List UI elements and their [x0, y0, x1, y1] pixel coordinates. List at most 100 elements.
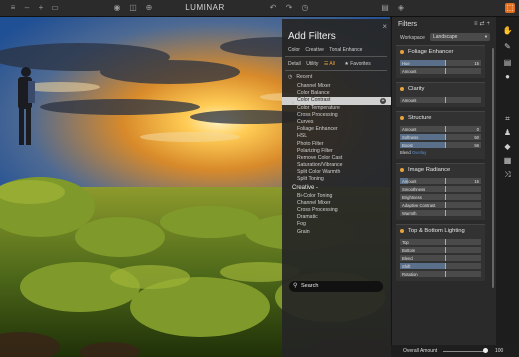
tab-all[interactable]: ☰ All — [324, 61, 339, 67]
filter-item[interactable]: Cross Processing — [282, 112, 391, 119]
filter-slider[interactable]: Rotation — [400, 271, 481, 277]
blend-mode[interactable]: Blend Overlay — [400, 150, 426, 155]
tab-creative[interactable]: Creative — [305, 47, 324, 53]
filters-scrollbar[interactable] — [492, 48, 494, 288]
filter-item[interactable]: HSL — [282, 133, 391, 140]
close-icon[interactable]: × — [382, 22, 387, 31]
filter-item[interactable]: Split Toning — [282, 176, 391, 183]
layers-icon[interactable]: ◈ — [396, 3, 406, 13]
radial-icon[interactable]: ● — [502, 71, 513, 82]
share-icon[interactable]: ▤ — [380, 3, 390, 13]
undo-icon[interactable]: ↶ — [268, 3, 278, 13]
filter-slider[interactable]: Brightness — [400, 194, 481, 200]
filter-item[interactable]: Color Temperature — [282, 105, 391, 112]
tab-detail[interactable]: Detail — [288, 61, 301, 67]
filter-slider[interactable]: Boost 56 — [400, 142, 481, 148]
add-icon[interactable]: + — [380, 97, 386, 104]
filters-tool-icon[interactable]: ✋ — [502, 25, 513, 36]
clone-stamp-icon[interactable]: ♟ — [502, 127, 513, 138]
slider-handle[interactable] — [445, 178, 446, 184]
history-icon[interactable]: ◷ — [300, 3, 310, 13]
zoom-icon[interactable]: ⊕ — [144, 3, 154, 13]
overall-amount-handle[interactable] — [483, 348, 488, 353]
filter-section-title[interactable]: Structure — [408, 115, 432, 121]
group-header-creative[interactable]: Creative - — [282, 184, 391, 193]
slider-handle[interactable] — [445, 263, 446, 269]
search-input[interactable]: ⚲ Search — [289, 281, 383, 292]
filter-section-title[interactable]: Clarity — [408, 86, 424, 92]
eye-icon[interactable]: ◉ — [112, 3, 122, 13]
add-icon[interactable]: + — [36, 3, 46, 13]
tab-color[interactable]: Color — [288, 47, 300, 53]
export-icon[interactable]: ⬚ — [505, 3, 515, 13]
fullscreen-icon[interactable]: ▭ — [50, 3, 60, 13]
crop-icon[interactable]: ⌗ — [502, 113, 513, 124]
filter-item[interactable]: Cross Processing — [282, 207, 391, 214]
transform-icon[interactable]: ⤨ — [502, 169, 513, 180]
overall-amount-slider[interactable] — [443, 350, 487, 352]
redo-icon[interactable]: ↷ — [284, 3, 294, 13]
filter-enabled-icon[interactable] — [400, 50, 404, 54]
gradient-icon[interactable]: ▤ — [502, 57, 513, 68]
filter-item[interactable]: Grain — [282, 229, 391, 236]
filter-slider[interactable]: Adaptive Contrast — [400, 202, 481, 208]
slider-handle[interactable] — [445, 97, 446, 103]
slider-handle[interactable] — [445, 60, 446, 66]
slider-handle[interactable] — [445, 68, 446, 74]
filter-item[interactable]: Fog — [282, 221, 391, 228]
filter-item[interactable]: Bi-Color Toning — [282, 193, 391, 200]
compare-icon[interactable]: ◫ — [128, 3, 138, 13]
filter-slider[interactable]: Warmth — [400, 210, 481, 216]
slider-handle[interactable] — [445, 239, 446, 245]
filter-slider[interactable]: Hue 15 — [400, 60, 481, 66]
filter-item[interactable]: Channel Mixer — [282, 200, 391, 207]
slider-handle[interactable] — [445, 202, 446, 208]
slider-handle[interactable] — [445, 142, 446, 148]
tab-utility[interactable]: Utility — [306, 61, 318, 67]
filter-section-title[interactable]: Top & Bottom Lighting — [408, 228, 465, 234]
filter-item[interactable]: Dramatic — [282, 214, 391, 221]
filter-enabled-icon[interactable] — [400, 229, 404, 233]
filter-item[interactable]: Polarizing Filter — [282, 148, 391, 155]
filter-slider[interactable]: Bottom — [400, 247, 481, 253]
filter-item[interactable]: Color Balance — [282, 90, 391, 97]
filter-item[interactable]: Foliage Enhancer — [282, 126, 391, 133]
filter-slider[interactable]: Smoothness — [400, 186, 481, 192]
eraser-icon[interactable]: ◆ — [502, 141, 513, 152]
filter-item[interactable]: Saturation/Vibrance — [282, 162, 391, 169]
filter-slider[interactable]: Amount 15 — [400, 178, 481, 184]
filter-slider[interactable]: Amount 0 — [400, 126, 481, 132]
tab-favorites[interactable]: ★ Favorites — [344, 61, 374, 67]
filter-item[interactable]: Photo Filter — [282, 141, 391, 148]
filter-item[interactable]: Curves — [282, 119, 391, 126]
slider-handle[interactable] — [445, 134, 446, 140]
filter-item[interactable]: Split Color Warmth — [282, 169, 391, 176]
filter-enabled-icon[interactable] — [400, 116, 404, 120]
filter-item[interactable]: Color Contrast ★ + — [282, 97, 391, 105]
filter-slider[interactable]: Shift — [400, 263, 481, 269]
filter-item[interactable]: Remove Color Cast — [282, 155, 391, 162]
blend-mode-link[interactable]: Overlay — [412, 150, 426, 155]
brush-icon[interactable]: ✎ — [502, 41, 513, 52]
filter-section-title[interactable]: Image Radiance — [408, 167, 450, 173]
slider-handle[interactable] — [445, 247, 446, 253]
slider-handle[interactable] — [445, 255, 446, 261]
minimize-icon[interactable]: – — [22, 3, 32, 13]
add-filter-icon[interactable]: + — [486, 21, 492, 27]
slider-handle[interactable] — [445, 271, 446, 277]
filter-slider[interactable]: Amount — [400, 97, 481, 103]
filter-item[interactable]: Channel Mixer — [282, 83, 391, 90]
filter-enabled-icon[interactable] — [400, 168, 404, 172]
slider-handle[interactable] — [445, 186, 446, 192]
workspace-select[interactable]: Landscape ▼ — [430, 33, 490, 41]
filter-slider[interactable]: Softness 50 — [400, 134, 481, 140]
noise-icon[interactable]: ▦ — [502, 155, 513, 166]
slider-handle[interactable] — [445, 194, 446, 200]
filter-enabled-icon[interactable] — [400, 87, 404, 91]
filter-slider[interactable]: Blend — [400, 255, 481, 261]
slider-handle[interactable] — [445, 126, 446, 132]
slider-handle[interactable] — [445, 210, 446, 216]
filter-slider[interactable]: Top — [400, 239, 481, 245]
filter-slider[interactable]: Amount — [400, 68, 481, 74]
filter-section-title[interactable]: Foliage Enhancer — [408, 49, 453, 55]
